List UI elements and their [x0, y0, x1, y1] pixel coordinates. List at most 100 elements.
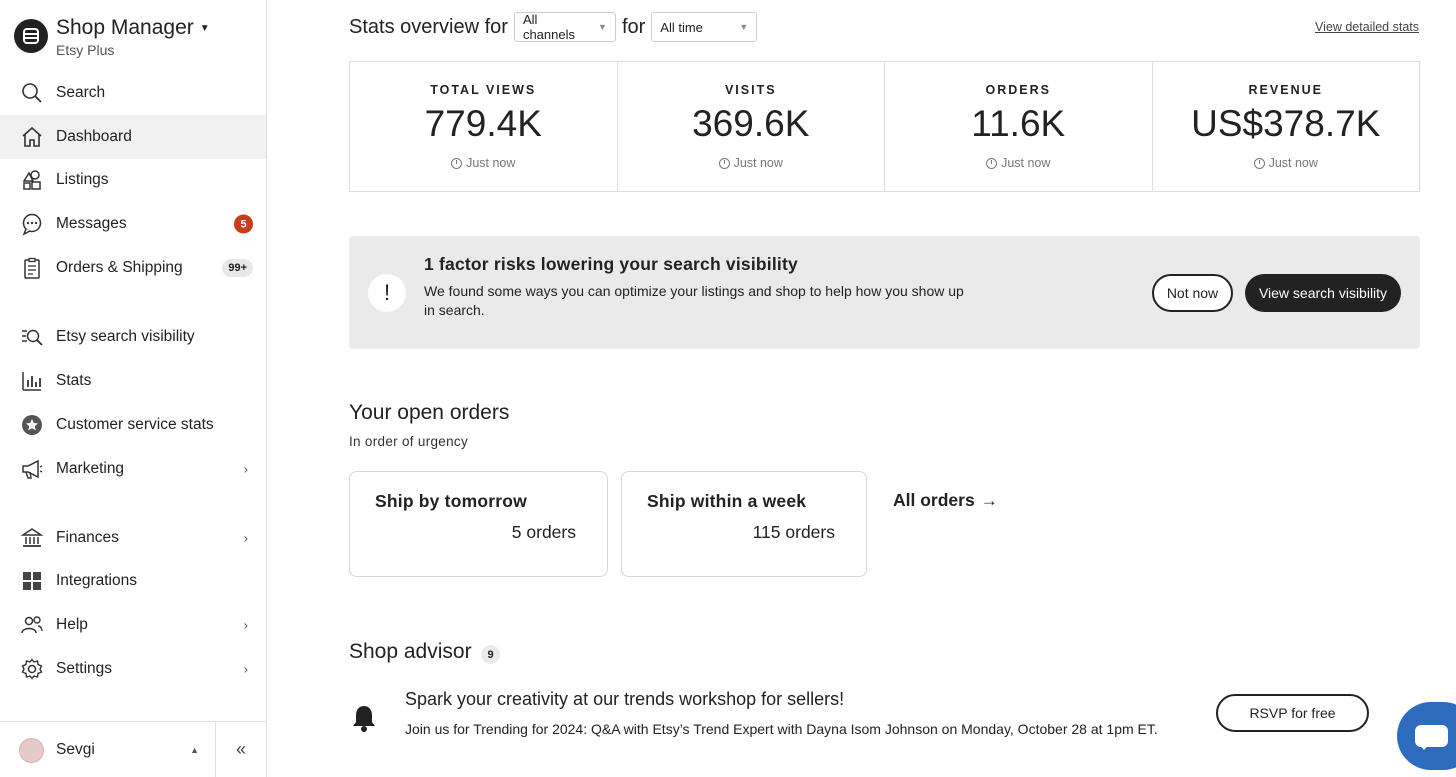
stat-revenue[interactable]: REVENUE US$378.7K Just now — [1153, 62, 1420, 191]
ship-within-week-card[interactable]: Ship within a week 115 orders — [621, 471, 867, 577]
user-menu[interactable]: Sevgi ▲ — [0, 722, 216, 777]
stat-label: VISITS — [724, 83, 777, 97]
arrow-right-icon: → — [980, 490, 998, 510]
stat-label: TOTAL VIEWS — [430, 83, 537, 97]
caret-up-icon: ▲ — [190, 745, 199, 755]
not-now-button[interactable]: Not now — [1152, 274, 1233, 312]
channel-select-value: All channels — [522, 12, 575, 42]
view-search-visibility-button[interactable]: View search visibility — [1245, 274, 1401, 312]
sidebar-item-dashboard[interactable]: Dashboard — [0, 115, 266, 159]
stat-value: 779.4K — [424, 103, 542, 144]
alert-body: We found some ways you can optimize your… — [424, 283, 964, 318]
listings-icon — [20, 168, 44, 192]
shop-advisor-title: Shop advisor — [349, 640, 472, 663]
double-chevron-left-icon: « — [235, 739, 246, 759]
chat-support-button[interactable] — [1397, 702, 1456, 770]
avatar — [19, 737, 44, 763]
sidebar: Shop Manager ▼ Etsy Plus Search Dashboard… — [0, 0, 267, 777]
sidebar-item-label: Messages — [56, 215, 127, 232]
search-visibility-icon — [20, 325, 44, 349]
alert-title: 1 factor risks lowering your search visi… — [424, 254, 798, 274]
sidebar-item-label: Etsy search visibility — [56, 328, 195, 345]
chevron-right-icon: › — [243, 617, 248, 633]
sidebar-item-listings[interactable]: Listings — [0, 158, 266, 202]
order-card-count: 115 orders — [752, 522, 835, 542]
stat-visits[interactable]: VISITS 369.6K Just now — [618, 62, 885, 191]
sidebar-item-orders-shipping[interactable]: Orders & Shipping 99+ — [0, 246, 266, 290]
stat-total-views[interactable]: TOTAL VIEWS 779.4K Just now — [350, 62, 618, 191]
stats-overview-header: Stats overview for All channels ▼ for Al… — [349, 12, 763, 42]
bank-icon — [20, 526, 44, 550]
gear-icon — [20, 657, 44, 681]
people-icon — [20, 613, 44, 637]
sidebar-item-label: Integrations — [56, 572, 137, 589]
advisor-count-badge: 9 — [481, 645, 500, 664]
sidebar-item-customer-service-stats[interactable]: Customer service stats — [0, 403, 266, 447]
stats-heading-mid: for — [621, 15, 646, 38]
dropdown-arrow-icon: ▼ — [739, 22, 749, 32]
chevron-right-icon: › — [243, 461, 248, 477]
dropdown-arrow-icon: ▼ — [598, 22, 607, 32]
megaphone-icon — [20, 457, 44, 481]
stats-heading-prefix: Stats overview for — [349, 15, 508, 38]
shop-manager-title: Shop Manager — [56, 16, 194, 39]
sidebar-item-messages[interactable]: Messages 5 — [0, 202, 266, 246]
sidebar-item-label: Dashboard — [56, 128, 132, 145]
all-orders-link[interactable]: All orders → — [893, 490, 998, 511]
stat-updated: Just now — [1253, 156, 1318, 170]
sidebar-item-label: Settings — [56, 660, 113, 677]
exclamation-icon: ! — [368, 274, 406, 312]
ship-by-tomorrow-card[interactable]: Ship by tomorrow 5 orders — [349, 471, 608, 577]
order-card-title: Ship by tomorrow — [375, 491, 527, 511]
orders-count-badge: 99+ — [222, 259, 253, 277]
messages-count-badge: 5 — [234, 214, 253, 234]
search-visibility-alert: ! 1 factor risks lowering your search vi… — [349, 236, 1420, 349]
sidebar-item-stats[interactable]: Stats — [0, 359, 266, 403]
all-orders-label: All orders — [893, 490, 975, 510]
sidebar-item-label: Help — [56, 616, 88, 633]
search-icon — [20, 81, 44, 105]
shop-manager-menu[interactable]: Shop Manager ▼ Etsy Plus — [14, 16, 210, 58]
collapse-sidebar-button[interactable]: « — [216, 722, 266, 777]
home-icon — [20, 125, 44, 149]
open-orders-subtitle: In order of urgency — [349, 434, 469, 449]
stat-orders[interactable]: ORDERS 11.6K Just now — [885, 62, 1153, 191]
order-card-count: 5 orders — [511, 522, 576, 542]
chevron-right-icon: › — [243, 530, 248, 546]
sidebar-item-label: Search — [56, 84, 106, 101]
view-detailed-stats-link[interactable]: View detailed stats — [1315, 20, 1419, 34]
sidebar-item-label: Listings — [56, 171, 109, 188]
sidebar-item-help[interactable]: Help › — [0, 603, 266, 647]
chevron-right-icon: › — [243, 661, 248, 677]
sidebar-item-etsy-search-visibility[interactable]: Etsy search visibility — [0, 315, 266, 359]
stats-grid: TOTAL VIEWS 779.4K Just now VISITS 369.6… — [349, 61, 1420, 192]
time-select[interactable]: All time ▼ — [651, 12, 758, 42]
clipboard-icon — [20, 256, 44, 280]
grid-icon — [20, 569, 44, 593]
sidebar-item-settings[interactable]: Settings › — [0, 647, 266, 691]
sidebar-item-marketing[interactable]: Marketing › — [0, 447, 266, 491]
stat-label: REVENUE — [1248, 83, 1323, 97]
time-select-value: All time — [660, 19, 703, 35]
sidebar-item-integrations[interactable]: Integrations — [0, 559, 266, 603]
stat-updated: Just now — [451, 156, 515, 170]
open-orders-title: Your open orders — [349, 401, 510, 424]
shop-logo-icon — [14, 19, 48, 53]
messages-icon — [20, 212, 44, 236]
stat-updated: Just now — [986, 156, 1050, 170]
sidebar-item-finances[interactable]: Finances › — [0, 516, 266, 560]
order-card-title: Ship within a week — [647, 491, 807, 511]
stat-value: US$378.7K — [1191, 103, 1381, 144]
main-content: Stats overview for All channels ▼ for Al… — [267, 0, 1456, 777]
sidebar-item-label: Customer service stats — [56, 416, 214, 433]
sidebar-item-label: Finances — [56, 529, 119, 546]
sidebar-item-search[interactable]: Search — [0, 71, 266, 115]
stat-value: 369.6K — [692, 103, 810, 144]
advisor-item-title: Spark your creativity at our trends work… — [405, 689, 845, 709]
stat-updated: Just now — [718, 156, 783, 170]
sidebar-item-label: Stats — [56, 372, 92, 389]
advisor-item-body: Join us for Trending for 2024: Q&A with … — [405, 721, 1158, 737]
bar-chart-icon — [20, 369, 44, 393]
channel-select[interactable]: All channels ▼ — [513, 12, 616, 42]
rsvp-button[interactable]: RSVP for free — [1216, 694, 1369, 732]
